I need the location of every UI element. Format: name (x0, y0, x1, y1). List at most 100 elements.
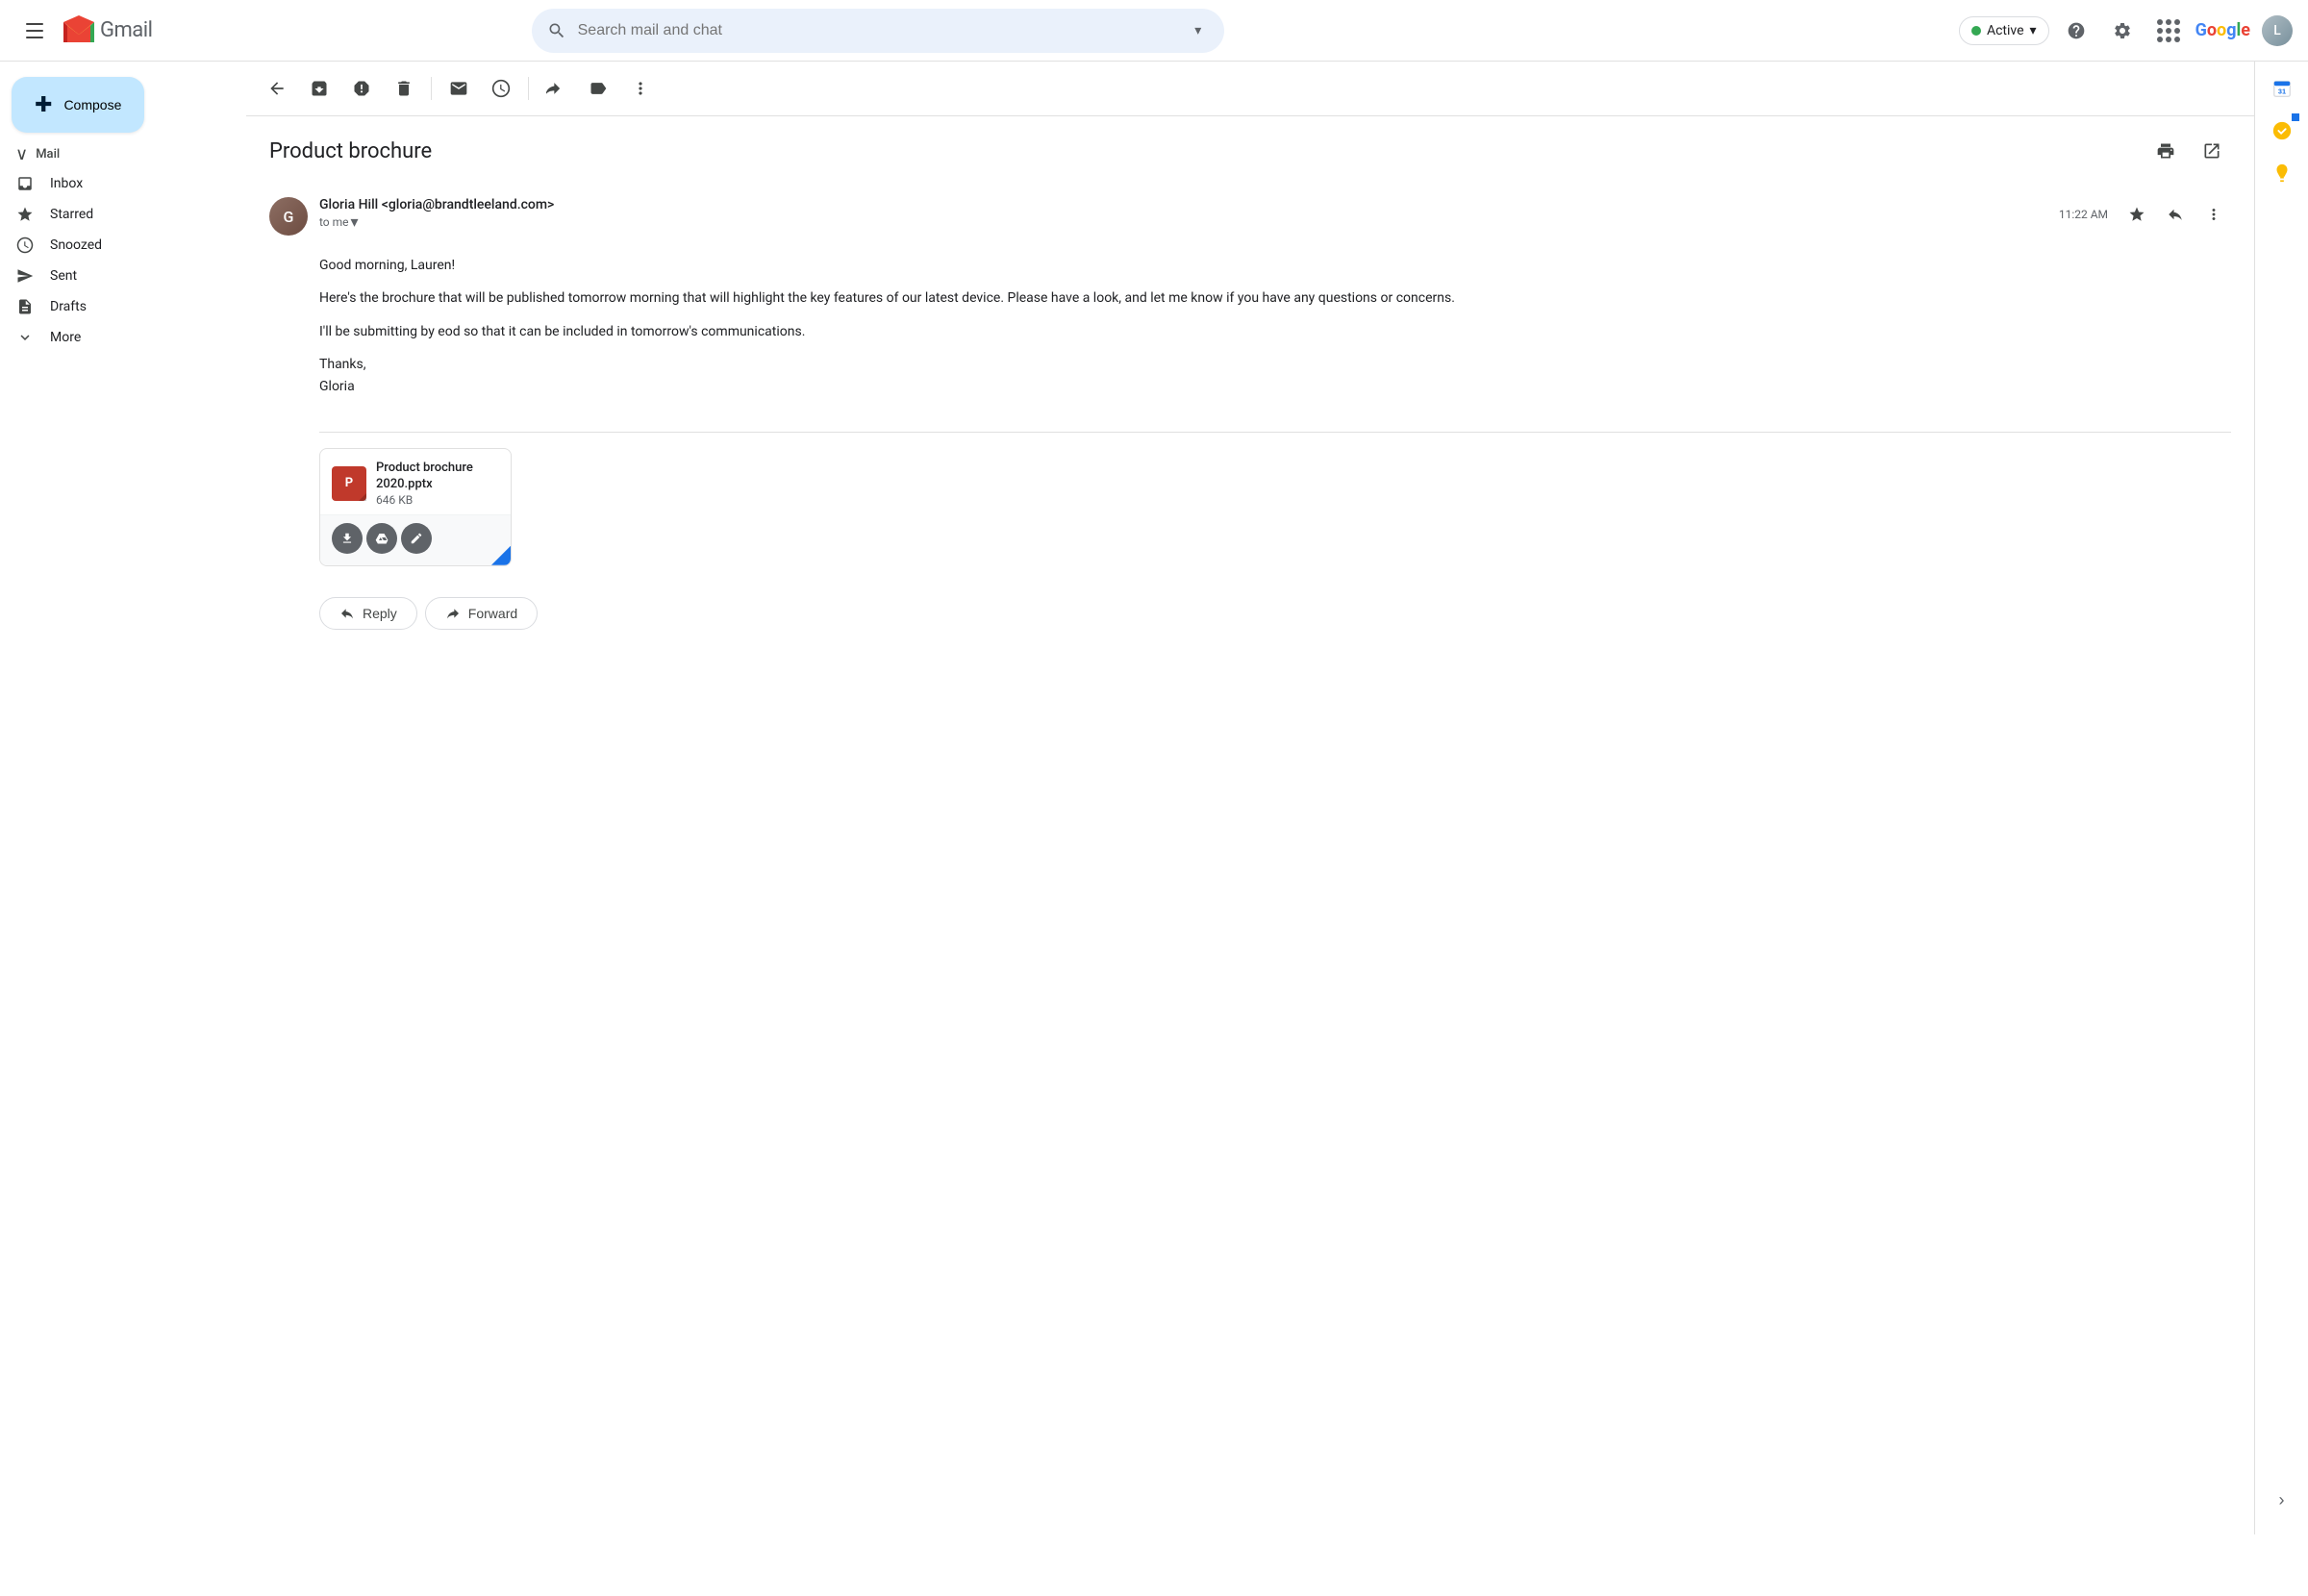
search-input[interactable] (578, 22, 1176, 39)
sender-info: Gloria Hill <gloria@brandtleeland.com> t… (319, 197, 2047, 231)
search-bar: ▾ (532, 9, 1224, 53)
reply-forward-row: Reply Forward (269, 582, 2231, 630)
mail-nav-section: ∨ Mail Inbox Starred Snoozed (0, 140, 246, 353)
mail-section-label: Mail (36, 147, 60, 162)
message-more-button[interactable] (2196, 197, 2231, 232)
forward-button[interactable]: Forward (425, 597, 538, 630)
attachment-name-line2: 2020.pptx (376, 477, 473, 493)
main-content: Product brochure G (246, 62, 2254, 1534)
calendar-sidebar-button[interactable]: 31 (2263, 69, 2301, 108)
top-right-actions: Active ▾ Google L (1959, 12, 2293, 50)
pptx-icon: P (332, 466, 366, 501)
email-message: G Gloria Hill <gloria@brandtleeland.com>… (269, 186, 2231, 630)
more-icon (15, 329, 35, 346)
tasks-notification-dot (2292, 113, 2299, 121)
to-me-row[interactable]: to me ▾ (319, 212, 2047, 231)
keep-sidebar-button[interactable] (2263, 154, 2301, 192)
star-message-button[interactable] (2120, 197, 2154, 232)
open-new-window-button[interactable] (2193, 132, 2231, 170)
email-view: Product brochure G (246, 116, 2254, 1534)
compose-button[interactable]: ✚ Compose (12, 77, 144, 133)
sidebar-item-drafts[interactable]: Drafts (0, 291, 238, 322)
email-subject-row: Product brochure (269, 132, 2231, 170)
calendar-icon: 31 (2271, 78, 2293, 99)
new-window-icon (2202, 141, 2221, 161)
google-apps-button[interactable] (2149, 12, 2188, 50)
search-dropdown-button[interactable]: ▾ (1188, 19, 1209, 42)
compose-plus-icon: ✚ (35, 92, 52, 117)
report-spam-icon (352, 79, 371, 98)
reply-button[interactable]: Reply (319, 597, 417, 630)
message-more-icon (2205, 206, 2222, 223)
drive-icon (375, 532, 389, 545)
archive-icon (310, 79, 329, 98)
snooze-button[interactable] (482, 69, 520, 108)
download-icon (340, 532, 354, 545)
sidebar-item-inbox[interactable]: Inbox (0, 168, 238, 199)
active-status-label: Active (1987, 23, 2024, 38)
google-g-text: Google (2195, 20, 2250, 40)
settings-button[interactable] (2103, 12, 2142, 50)
attachment-size: 646 KB (376, 493, 473, 507)
hamburger-menu-button[interactable] (15, 12, 54, 50)
snoozed-label: Snoozed (50, 237, 223, 253)
print-button[interactable] (2146, 132, 2185, 170)
top-bar: Gmail ▾ Active ▾ (0, 0, 2308, 62)
user-avatar[interactable]: L (2262, 15, 2293, 46)
sidebar-item-starred[interactable]: Starred (0, 199, 238, 230)
active-status-badge[interactable]: Active ▾ (1959, 16, 2049, 45)
move-to-icon (546, 79, 565, 98)
attachment-divider (319, 432, 2231, 433)
more-options-icon (631, 79, 650, 98)
inbox-label: Inbox (50, 176, 223, 191)
sender-name: Gloria Hill <gloria@brandtleeland.com> (319, 197, 554, 212)
reply-button-icon (339, 606, 355, 621)
archive-button[interactable] (300, 69, 339, 108)
question-icon (2067, 21, 2086, 40)
mark-unread-button[interactable] (439, 69, 478, 108)
print-icon (2156, 141, 2175, 161)
attachment-name-line1: Product brochure (376, 461, 473, 477)
svg-text:31: 31 (2277, 87, 2285, 96)
more-options-button[interactable] (621, 69, 660, 108)
drafts-icon (15, 298, 35, 315)
to-me-chevron-icon: ▾ (351, 212, 359, 231)
delete-icon (394, 79, 414, 98)
back-icon (267, 79, 287, 98)
active-dropdown-icon: ▾ (2030, 23, 2037, 38)
delete-button[interactable] (385, 69, 423, 108)
reply-icon (2167, 206, 2184, 223)
mail-section-header[interactable]: ∨ Mail (0, 140, 246, 168)
body-eod: I'll be submitting by eod so that it can… (319, 321, 2231, 342)
sidebar-item-sent[interactable]: Sent (0, 261, 238, 291)
snoozed-icon (15, 237, 35, 254)
report-spam-button[interactable] (342, 69, 381, 108)
back-button[interactable] (258, 69, 296, 108)
active-dot-icon (1971, 26, 1981, 36)
tasks-icon (2271, 120, 2293, 141)
sidebar-item-more[interactable]: More (0, 322, 238, 353)
edit-attachment-button[interactable] (401, 523, 432, 554)
message-time: 11:22 AM (2059, 208, 2108, 221)
label-button[interactable] (579, 69, 617, 108)
right-sidebar: 31 › (2254, 62, 2308, 1534)
attachment-info: Product brochure 2020.pptx 646 KB (376, 461, 473, 507)
sidebar: ✚ Compose ∨ Mail Inbox Starred (0, 62, 246, 1534)
attachment-card: P Product brochure 2020.pptx 646 KB (319, 448, 512, 566)
inbox-icon (15, 175, 35, 192)
gear-icon (2113, 21, 2132, 40)
body-thanks: Thanks,Gloria (319, 354, 2231, 397)
help-button[interactable] (2057, 12, 2095, 50)
expand-sidebar-button[interactable]: › (2263, 1481, 2301, 1519)
tasks-sidebar-button[interactable] (2263, 112, 2301, 150)
save-to-drive-button[interactable] (366, 523, 397, 554)
reply-message-button[interactable] (2158, 197, 2193, 232)
sidebar-expand-area: › (2255, 1481, 2308, 1519)
starred-label: Starred (50, 207, 223, 222)
mail-section-chevron: ∨ (15, 144, 28, 164)
gmail-logo[interactable]: Gmail (62, 13, 152, 48)
move-to-button[interactable] (537, 69, 575, 108)
download-attachment-button[interactable] (332, 523, 363, 554)
sent-icon (15, 267, 35, 285)
sidebar-item-snoozed[interactable]: Snoozed (0, 230, 238, 261)
